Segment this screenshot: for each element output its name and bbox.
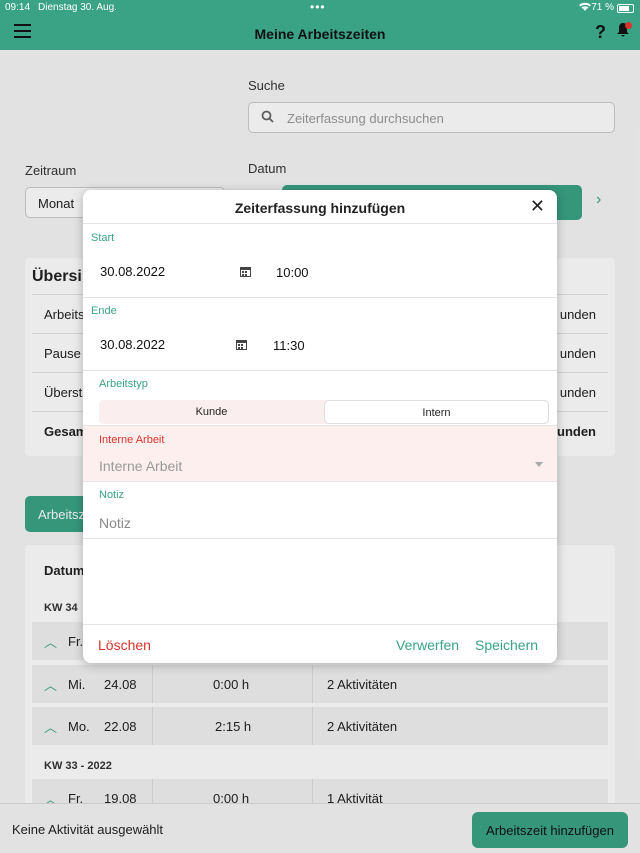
work-type-label: Arbeitstyp [99, 378, 148, 390]
help-icon[interactable]: ? [595, 22, 606, 43]
calendar-icon[interactable] [240, 266, 251, 280]
end-label: Ende [91, 305, 117, 317]
end-time-field[interactable]: 11:30 [273, 338, 305, 353]
note-label: Notiz [99, 489, 125, 501]
caret-down-icon [535, 462, 543, 467]
divider [83, 297, 557, 298]
status-bar: 09:14 Dienstag 30. Aug. ••• 71 % [0, 0, 640, 16]
close-icon[interactable]: ✕ [530, 196, 545, 217]
discard-button[interactable]: Verwerfen [396, 637, 459, 653]
start-time-field[interactable]: 10:00 [276, 265, 309, 280]
multitasking-dots-icon[interactable]: ••• [310, 0, 326, 14]
dialog-footer: Löschen Verwerfen Speichern [83, 624, 557, 663]
page-title: Meine Arbeitszeiten [254, 26, 386, 42]
save-button[interactable]: Speichern [475, 637, 538, 653]
bell-icon[interactable] [616, 22, 632, 43]
battery-icon [617, 4, 634, 13]
end-date-field[interactable]: 30.08.2022 [100, 337, 165, 352]
nav-bar: Meine Arbeitszeiten ? [0, 16, 640, 50]
add-time-entry-dialog: Zeiterfassung hinzufügen ✕ Start 30.08.2… [83, 190, 557, 663]
delete-button[interactable]: Löschen [98, 637, 151, 653]
wifi-icon [578, 1, 592, 15]
divider [83, 538, 557, 539]
start-label: Start [91, 232, 115, 244]
work-type-option-kunde[interactable]: Kunde [99, 400, 324, 424]
divider [83, 370, 557, 371]
battery-percent: 71 % [591, 2, 614, 13]
notification-dot [625, 22, 632, 29]
internal-work-select[interactable]: Interne Arbeit Interne Arbeit [83, 425, 557, 482]
dialog-header: Zeiterfassung hinzufügen ✕ [83, 190, 557, 224]
internal-work-label: Interne Arbeit [99, 434, 165, 446]
work-type-segmented-control: Kunde Intern [99, 400, 549, 424]
start-date-field[interactable]: 30.08.2022 [100, 264, 165, 279]
status-time: 09:14 [5, 2, 31, 13]
note-input[interactable]: Notiz [99, 515, 131, 531]
work-type-option-intern[interactable]: Intern [324, 400, 549, 424]
status-date: Dienstag 30. Aug. [38, 2, 117, 13]
calendar-icon[interactable] [236, 339, 247, 353]
internal-work-placeholder: Interne Arbeit [99, 458, 183, 474]
dialog-title: Zeiterfassung hinzufügen [234, 200, 406, 216]
